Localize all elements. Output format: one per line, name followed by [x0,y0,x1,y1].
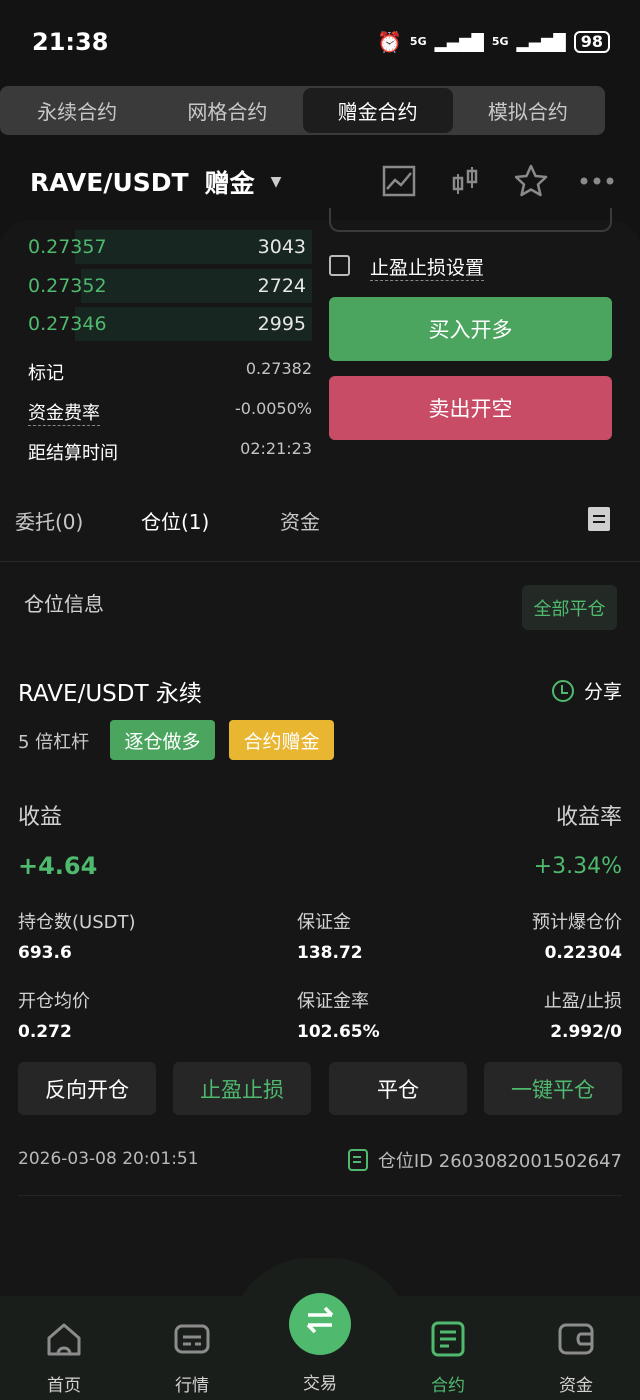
settlement-label: 距结算时间 [28,443,118,464]
liq-price-value: 0.22304 [544,943,622,963]
position-id-text: 仓位ID 2603082001502647 [377,1151,622,1172]
signal-bars-icon-2: ▂▄▆█ [516,32,566,52]
nav-trade-label[interactable]: 交易 [280,1369,360,1394]
close-position-button[interactable]: 平仓 [329,1062,467,1115]
header-actions [380,162,616,200]
sell-short-button[interactable]: 卖出开空 [329,376,612,440]
orderbook-row[interactable]: 0.27357 3043 [0,228,312,266]
pair-mode: 赠金 [204,169,255,198]
pair-name: RAVE/USDT [30,167,189,197]
status-icons: ⏰ 5G ▂▄▆█ 5G ▂▄▆█ 98 [377,30,610,54]
swap-icon [303,1303,337,1345]
settlement-row: 距结算时间 02:21:23 [28,439,312,465]
buy-long-button[interactable]: 买入开多 [329,297,612,361]
nav-contract[interactable]: 合约 [408,1320,488,1396]
close-all-button[interactable]: 全部平仓 [522,585,617,630]
candlestick-icon[interactable] [446,162,484,200]
copy-icon [347,1149,368,1171]
tab-positions[interactable]: 仓位(1) [141,506,209,535]
share-label: 分享 [583,681,622,703]
margin-label: 保证金 [297,912,351,933]
nav-assets-label: 资金 [559,1376,593,1396]
tab-bonus[interactable]: 赠金合约 [302,88,453,133]
nav-home[interactable]: 首页 [24,1320,104,1396]
tp-sl-stat-value: 2.992/0 [550,1022,622,1042]
bid-qty: 2995 [257,313,306,335]
position-id[interactable]: 仓位ID 2603082001502647 [347,1147,622,1173]
mark-price-value: 0.27382 [245,359,312,378]
alarm-icon: ⏰ [377,30,402,54]
mark-price-label: 标记 [28,363,64,384]
star-icon[interactable] [512,162,550,200]
market-icon [173,1320,211,1363]
tp-sl-button[interactable]: 止盈止损 [173,1062,311,1115]
reverse-position-button[interactable]: 反向开仓 [18,1062,156,1115]
margin-ratio-label: 保证金率 [297,991,369,1012]
mark-price-row: 标记 0.27382 [28,359,312,385]
positions-title: 仓位信息 [24,592,104,616]
nav-market[interactable]: 行情 [152,1320,232,1396]
one-click-close-button[interactable]: 一键平仓 [484,1062,622,1115]
tab-grid[interactable]: 网格合约 [152,88,302,133]
caret-down-icon: ▼ [270,174,282,190]
nav-assets[interactable]: 资金 [536,1320,616,1396]
pnl-rate-value: +3.34% [533,854,622,879]
battery-icon: 98 [573,31,610,53]
bonus-badge: 合约赠金 [229,720,334,760]
position-size-value: 693.6 [18,943,72,963]
isolated-long-badge: 逐仓做多 [110,720,215,760]
share-button[interactable]: 分享 [551,677,622,704]
signal-icon-2: 5G [491,35,509,48]
leverage-label: 5 倍杠杆 [18,732,90,753]
orderbook-row[interactable]: 0.27352 2724 [0,267,312,305]
pnl-rate-label: 收益率 [555,805,622,830]
tp-sl-label[interactable]: 止盈止损设置 [370,253,485,281]
pnl-value: +4.64 [18,852,98,880]
bid-qty: 2724 [257,275,306,297]
pnl-label: 收益 [18,805,63,830]
share-icon [551,679,574,702]
tab-perpetual[interactable]: 永续合约 [2,88,152,133]
tp-sl-checkbox[interactable] [329,255,350,276]
funding-rate-value: -0.0050% [235,399,312,418]
funding-rate-row[interactable]: 资金费率 -0.0050% [28,399,312,426]
order-input[interactable] [329,208,612,232]
funding-rate-label: 资金费率 [28,399,100,426]
status-time: 21:38 [32,28,109,56]
signal-bars-icon: ▂▄▆█ [434,32,484,52]
tab-orders[interactable]: 委托(0) [15,506,83,535]
divider [18,1195,622,1196]
bid-qty: 3043 [257,236,306,258]
more-icon[interactable] [578,162,616,200]
contract-icon [429,1320,467,1363]
signal-icon: 5G [409,35,427,48]
divider [0,561,640,562]
nav-contract-label: 合约 [431,1376,465,1396]
contract-type-tabs: 永续合约 网格合约 赠金合约 模拟合约 [0,86,605,135]
nav-trade[interactable] [289,1293,351,1355]
document-icon[interactable] [588,507,610,531]
liq-price-label: 预计爆仓价 [532,912,622,933]
home-icon [45,1320,83,1363]
line-chart-icon[interactable] [380,162,418,200]
position-pair[interactable]: RAVE/USDT 永续 [18,674,202,708]
position-timestamp: 2026-03-08 20:01:51 [18,1149,199,1169]
nav-market-label: 行情 [175,1376,209,1396]
orderbook-row[interactable]: 0.27346 2995 [0,305,312,343]
wallet-icon [557,1320,595,1363]
margin-ratio-value: 102.65% [297,1022,380,1042]
settlement-value: 02:21:23 [240,439,312,458]
bid-price: 0.27357 [28,236,107,258]
entry-price-label: 开仓均价 [18,991,90,1012]
pair-selector[interactable]: RAVE/USDT 赠金 ▼ [30,164,281,200]
tp-sl-stat-label: 止盈/止损 [543,991,622,1012]
tab-assets[interactable]: 资金 [280,506,320,535]
margin-value: 138.72 [297,943,363,963]
position-size-label: 持仓数(USDT) [18,912,136,933]
bid-price: 0.27346 [28,313,107,335]
bid-price: 0.27352 [28,275,107,297]
nav-home-label: 首页 [47,1376,81,1396]
entry-price-value: 0.272 [18,1022,72,1042]
tab-demo[interactable]: 模拟合约 [453,88,603,133]
